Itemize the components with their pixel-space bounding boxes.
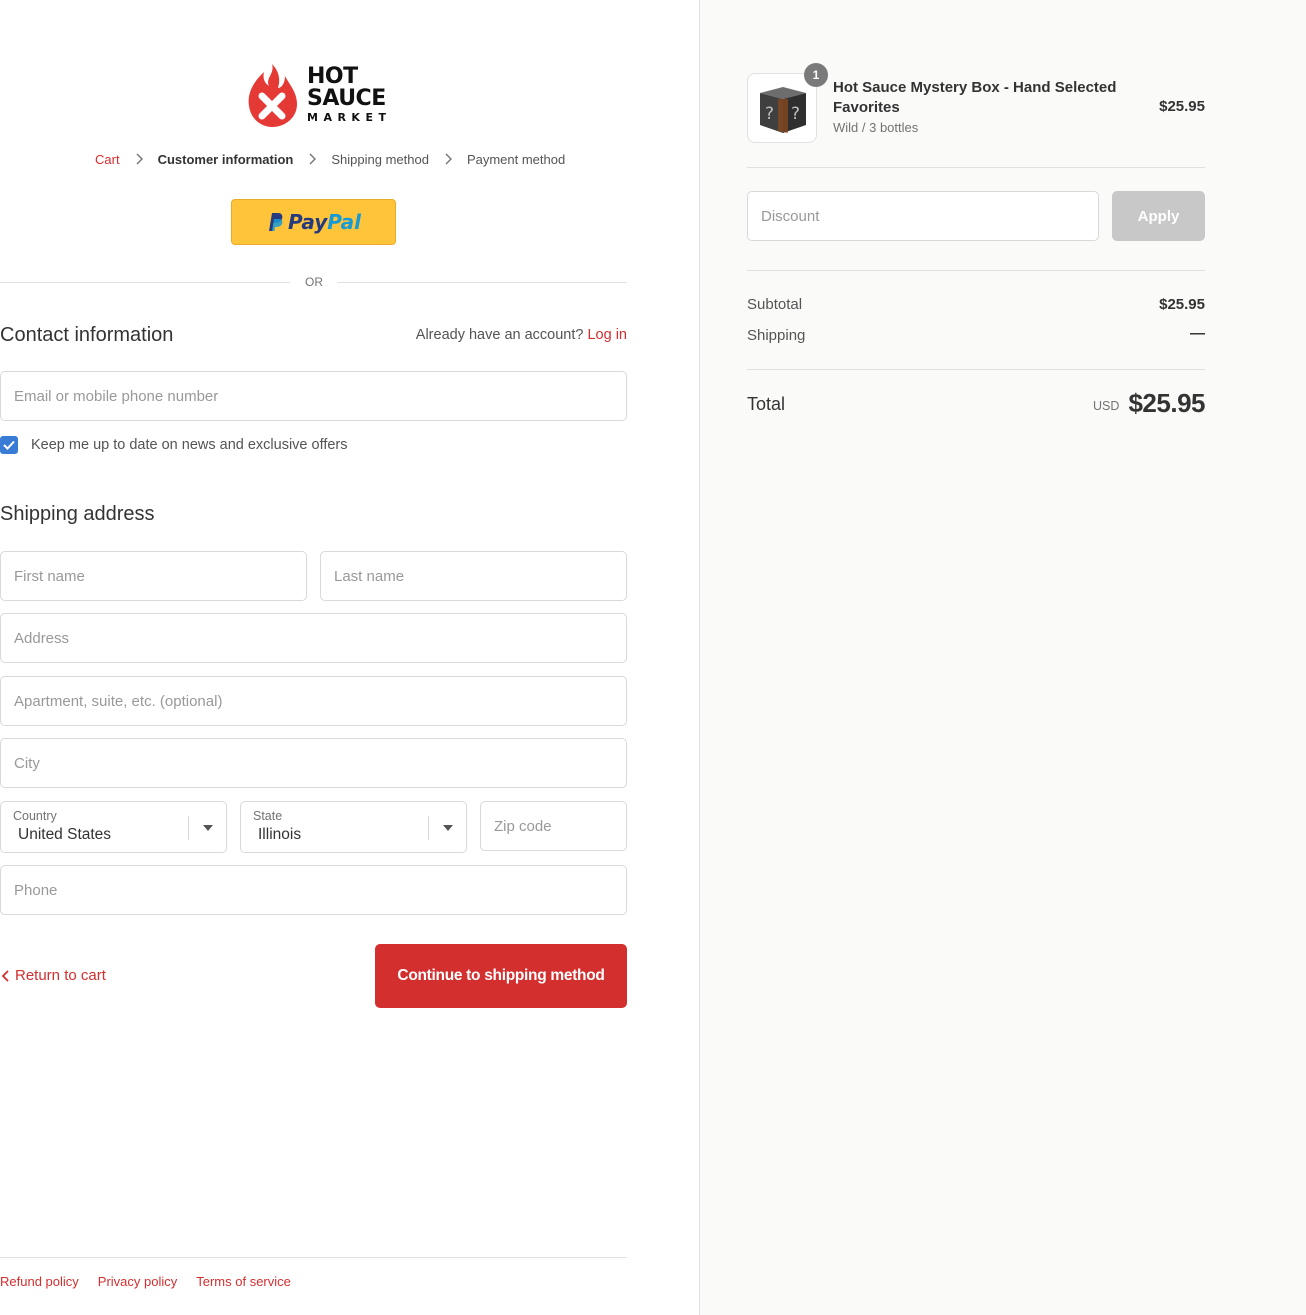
currency-code: USD [1093,399,1120,413]
first-name-field[interactable] [1,552,306,600]
or-divider: OR [0,274,627,290]
login-link[interactable]: Log in [587,327,627,343]
breadcrumb-customer-information: Customer information [157,151,294,167]
return-to-cart-link[interactable]: Return to cart [0,967,106,984]
state-select[interactable]: State Illinois [240,801,467,853]
phone-wrapper [0,865,627,915]
summary-divider [747,167,1205,168]
paypal-p-icon [268,213,283,231]
quantity-badge: 1 [804,63,828,87]
last-name-field[interactable] [321,552,626,600]
breadcrumb: Cart Customer information Shipping metho… [95,151,565,167]
last-name-wrapper [320,551,627,601]
chevron-right-icon [136,153,143,165]
footer-links: Refund policy Privacy policy Terms of se… [0,1274,310,1289]
discount-field[interactable] [748,192,1098,240]
city-field[interactable] [1,739,626,787]
mystery-box-image: ? ? [760,87,806,133]
summary-divider [747,270,1205,271]
logo-wordmark: HOT SAUCE MARKET [307,66,391,125]
checkout-main: HOT SAUCE MARKET Cart Customer informati… [0,0,627,1315]
chevron-left-icon [1,969,9,982]
logo-line-2: SAUCE [307,86,386,111]
email-field-wrapper [0,371,627,421]
address-wrapper [0,613,627,663]
refund-policy-link[interactable]: Refund policy [0,1274,79,1289]
city-wrapper [0,738,627,788]
logo-line-1: HOT [307,64,358,89]
shipping-section-title: Shipping address [0,503,155,525]
caret-down-icon [203,825,213,831]
subtotal-label: Subtotal [747,296,803,313]
account-prompt: Already have an account? Log in [416,327,627,343]
email-field[interactable] [1,372,626,420]
chevron-right-icon [445,153,452,165]
footer-divider [0,1257,627,1258]
summary-divider [747,369,1205,370]
paypal-wordmark: PayPal [288,210,361,234]
product-thumbnail: ? ? [747,73,817,143]
newsletter-checkbox[interactable] [0,436,18,454]
state-label: State [253,809,283,823]
country-select[interactable]: Country United States [0,801,227,853]
breadcrumb-shipping-method: Shipping method [331,151,429,167]
terms-of-service-link[interactable]: Terms of service [196,1274,291,1289]
apartment-field[interactable] [1,677,626,725]
privacy-policy-link[interactable]: Privacy policy [98,1274,177,1289]
product-price: $25.95 [1159,98,1205,115]
continue-to-shipping-button[interactable]: Continue to shipping method [375,944,627,1008]
total-value: $25.95 [1128,388,1205,418]
address-field[interactable] [1,614,626,662]
flame-x-icon [248,64,297,127]
paypal-wordmark-pay: Pay [287,210,328,234]
store-logo[interactable]: HOT SAUCE MARKET [245,62,390,130]
product-variant: Wild / 3 bottles [833,120,919,135]
total-label: Total [747,394,786,414]
select-divider [188,816,189,840]
newsletter-label: Keep me up to date on news and exclusive… [31,437,348,453]
apartment-wrapper [0,676,627,726]
divider-line [0,282,290,283]
paypal-wordmark-pal: Pal [327,210,362,234]
chevron-right-icon [309,153,317,165]
shipping-label: Shipping [747,327,806,344]
select-divider [428,816,429,840]
phone-field[interactable] [1,866,626,914]
state-value: Illinois [258,826,302,843]
divider-line [337,282,627,283]
svg-text:?: ? [765,104,774,124]
zip-wrapper [480,801,627,851]
or-label: OR [305,275,323,289]
contact-section-title: Contact information [0,324,174,346]
return-to-cart-label: Return to cart [15,967,106,984]
checkmark-icon [3,440,15,450]
apply-discount-button[interactable]: Apply [1112,191,1205,241]
country-value: United States [18,826,112,843]
account-prompt-text: Already have an account? [415,327,584,343]
first-name-wrapper [0,551,307,601]
breadcrumb-cart[interactable]: Cart [95,152,120,167]
logo-line-3: MARKET [307,111,392,124]
country-label: Country [13,809,57,823]
subtotal-value: $25.95 [1159,296,1205,313]
newsletter-option[interactable]: Keep me up to date on news and exclusive… [0,436,348,454]
discount-wrapper [747,191,1099,241]
product-name: Hot Sauce Mystery Box - Hand Selected Fa… [833,79,1117,116]
zip-field[interactable] [481,802,626,850]
paypal-button[interactable]: PayPal [231,199,396,245]
shipping-value: — [1190,325,1205,342]
svg-text:?: ? [791,104,800,124]
caret-down-icon [443,825,453,831]
breadcrumb-payment-method: Payment method [466,151,566,167]
